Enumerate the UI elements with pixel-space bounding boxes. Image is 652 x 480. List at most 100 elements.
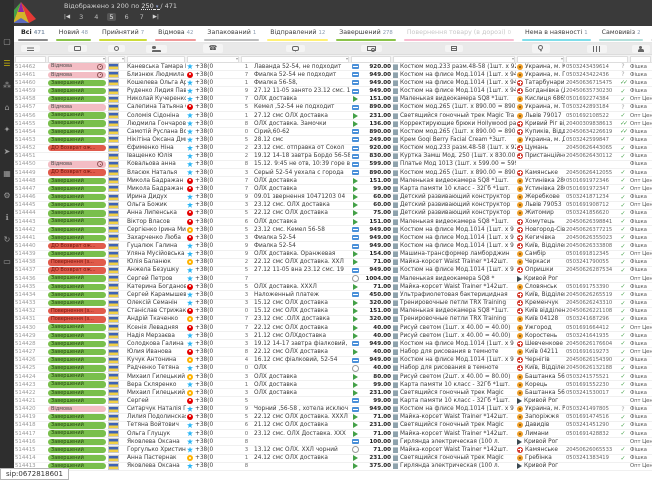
tracking-column[interactable]: [565, 43, 629, 54]
status-cell: Завершений: [47, 226, 107, 234]
product-cell: Светящийся гоночный трек Magic: [392, 454, 516, 462]
payment-transfer-icon: [353, 284, 358, 290]
ukrposhta-icon: [517, 137, 523, 143]
table-row[interactable]: 514413ЗавершенийЯковлева Оксана+38(08375…: [14, 463, 652, 471]
filter-input-order-id-column[interactable]: [15, 56, 46, 63]
ukraine-flag-icon: [108, 243, 119, 250]
payments-icon[interactable]: ▭: [0, 250, 14, 272]
cart-icon[interactable]: ✦: [0, 118, 14, 140]
customers-icon[interactable]: ⁂: [0, 74, 14, 96]
pager-page-6[interactable]: 6: [123, 13, 131, 21]
integrations-icon[interactable]: ⚙: [0, 184, 14, 206]
phone-column[interactable]: ☎: [186, 43, 240, 54]
payment-card-icon: [352, 129, 359, 134]
page-size-dropdown[interactable]: 250 ▾: [141, 2, 160, 10]
status-badge: Завершений: [48, 349, 106, 355]
country-cell: [107, 462, 126, 470]
sync-icon[interactable]: ↻: [0, 228, 14, 250]
filter-input-product-column[interactable]: ▾: [393, 56, 515, 63]
tab-9[interactable]: Нема в наявності1: [518, 26, 595, 42]
customer-column[interactable]: [126, 43, 186, 54]
filter-input-phone-column[interactable]: ▾: [187, 56, 239, 63]
tab-5[interactable]: Запакований1: [200, 26, 263, 42]
tab-1[interactable]: Всі471: [14, 26, 52, 42]
ukraine-flag-icon: [108, 161, 119, 168]
filter-input-call-column[interactable]: ▾: [108, 56, 125, 63]
phone-cell: +38(0: [186, 87, 240, 95]
call-column[interactable]: [107, 43, 126, 54]
phone-cell: +38(0: [186, 266, 240, 274]
status-badge: Завершений: [48, 275, 106, 281]
tab-2[interactable]: Новий48: [52, 26, 95, 42]
manager-note: ОЛХ доставка: [253, 389, 350, 397]
tab-3[interactable]: Прийнятий7: [95, 26, 151, 42]
ukraine-flag-icon: [108, 365, 119, 372]
phone-number: +38(0: [195, 80, 213, 86]
dashboard-icon[interactable]: ▢: [0, 30, 14, 52]
ukrposhta-icon: [517, 325, 523, 331]
customer-name: Ковальова анна: [126, 160, 186, 168]
payment-cell: [350, 185, 361, 193]
tab-10[interactable]: Самовивіз2: [595, 26, 648, 42]
status-badge: Завершений: [48, 129, 106, 135]
reports-icon[interactable]: ▦: [0, 162, 14, 184]
product-column[interactable]: [392, 43, 516, 54]
status-cell: Завершений: [47, 332, 107, 340]
status-column[interactable]: [47, 43, 107, 54]
pager-page-3[interactable]: 3: [77, 13, 85, 21]
kyivstar-icon: [187, 64, 193, 70]
address-column[interactable]: [516, 43, 565, 54]
manager-column[interactable]: [629, 43, 652, 54]
product-cell: Детский развивающий конструктор: [392, 193, 516, 201]
phone-cell: +38(0: [186, 397, 240, 405]
comment-column[interactable]: [240, 43, 350, 54]
calls-count: 0: [240, 307, 253, 315]
pagination: |◀ 34567 ▶|: [64, 13, 159, 21]
phone-cell: +38(0: [186, 160, 240, 168]
product-cell: Костюм на флисе Мод.1014 (1шт. x 949.00: [392, 87, 516, 95]
tab-4[interactable]: Відмова42: [151, 26, 200, 42]
phone-cell: +38(0: [186, 372, 240, 380]
campaigns-icon[interactable]: ➤: [0, 140, 14, 162]
payment-cell: [350, 454, 361, 462]
filter-input-tracking-column[interactable]: [566, 56, 628, 63]
status-badge: Завершений: [48, 365, 106, 371]
order-id-column[interactable]: [14, 43, 47, 54]
product-box-icon: [393, 300, 398, 306]
order-total: 40.00: [361, 332, 392, 340]
filter-cell-address-column: ▾: [516, 55, 565, 62]
pager-page-7[interactable]: 7: [138, 13, 146, 21]
ukraine-flag-icon: [108, 185, 119, 192]
tab-6[interactable]: Відправлений12: [263, 26, 332, 42]
filter-input-amount-column[interactable]: [351, 56, 391, 63]
orders-icon[interactable]: ☰: [0, 52, 14, 74]
filter-input-address-column[interactable]: ▾: [517, 56, 564, 63]
product-box-icon: [393, 251, 398, 257]
pager-first-icon[interactable]: |◀: [64, 14, 70, 20]
payment-cell: [350, 169, 361, 177]
shop-icon[interactable]: ⌂: [0, 96, 14, 118]
info-icon[interactable]: ℹ: [0, 206, 14, 228]
tab-7[interactable]: Завершений278: [332, 26, 400, 42]
filter-input-customer-column[interactable]: [127, 56, 185, 63]
tab-8[interactable]: Повернення товару (в дорозі)0: [400, 26, 518, 42]
pager-last-icon[interactable]: ▶|: [153, 14, 159, 20]
status-cell: Завершений: [47, 201, 107, 209]
amount-column[interactable]: [350, 43, 392, 54]
filter-input-manager-column[interactable]: [630, 56, 651, 63]
manager-note: ОЛХ доставка: [253, 217, 350, 225]
ukraine-flag-icon: [108, 446, 119, 453]
status-badge: Завершений: [48, 373, 106, 379]
status-badge: Повернення (з...: [48, 316, 106, 322]
lifecell-icon: [187, 227, 193, 233]
filter-input-comment-column[interactable]: ▾: [241, 56, 349, 63]
pager-page-5[interactable]: 5: [107, 13, 115, 21]
tab-11[interactable]: Сервіси0: [647, 26, 652, 42]
ukrposhta-icon: [517, 251, 523, 257]
pager-page-4[interactable]: 4: [92, 13, 100, 21]
vodafone-icon: [187, 349, 193, 355]
status-cell: Завершений: [47, 136, 107, 144]
filter-input-status-column[interactable]: ▾: [48, 56, 106, 63]
phone-cell: +38(0: [186, 405, 240, 413]
novaposhta-icon: [517, 235, 523, 241]
